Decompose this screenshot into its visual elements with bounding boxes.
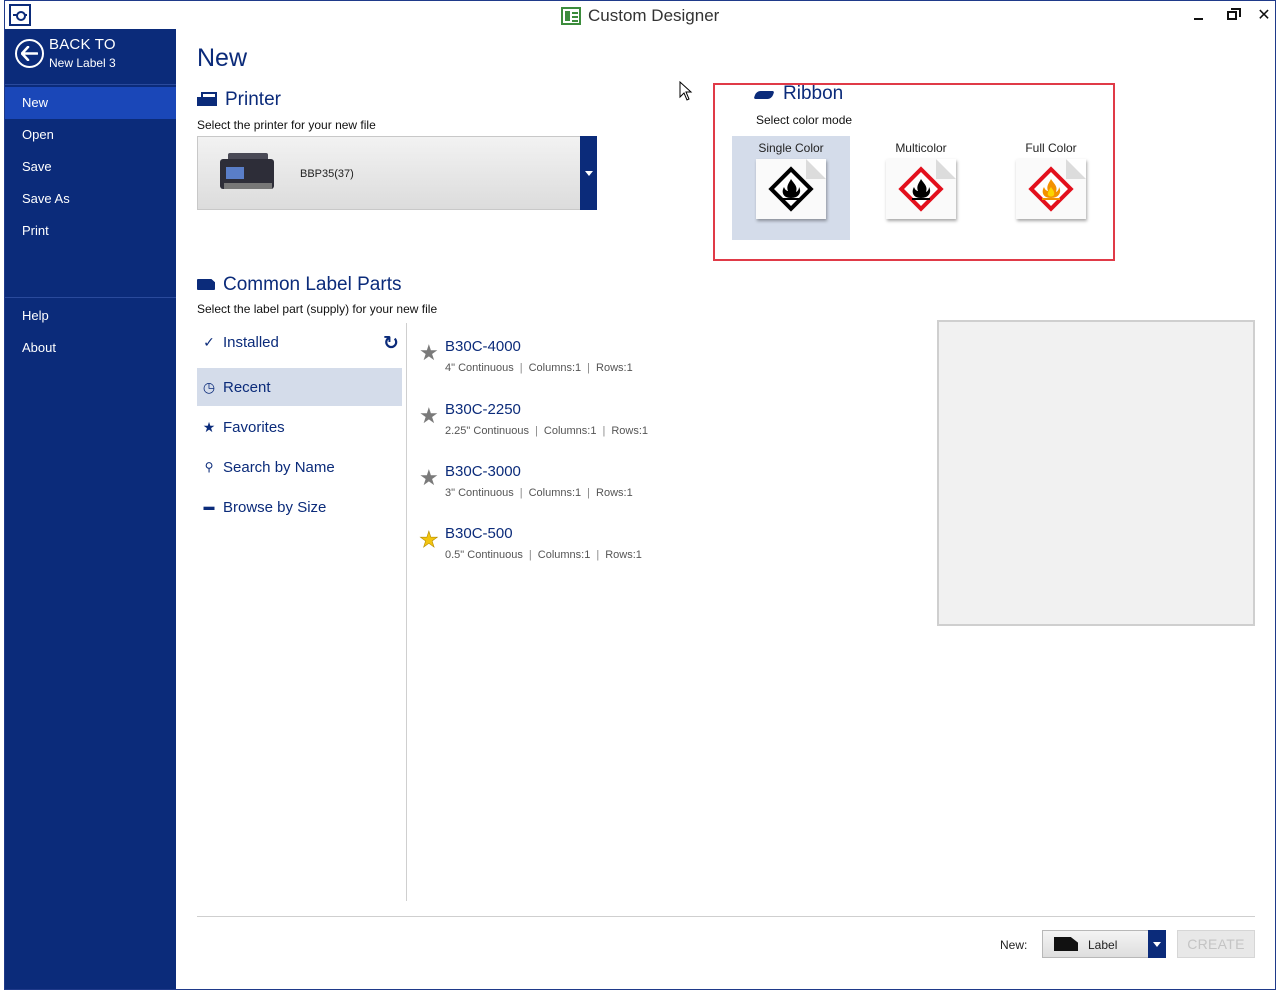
new-type-label: New: [1000, 938, 1028, 952]
star-favorite-icon[interactable]: ★ [419, 528, 439, 551]
checkmark-icon: ✓ [203, 333, 215, 350]
star-icon: ★ [202, 418, 216, 435]
app-window: Custom Designer ✕ BACK TO New Label 3 Ne… [4, 0, 1276, 990]
restore-icon [1227, 7, 1241, 20]
label-icon [197, 279, 215, 291]
sidebar-item-about[interactable]: About [5, 332, 176, 364]
restore-button[interactable] [1217, 5, 1247, 25]
sidebar-item-help[interactable]: Help [5, 300, 176, 332]
printer-selected-name: BBP35(37) [300, 168, 354, 180]
filter-label: Browse by Size [223, 498, 327, 516]
printer-heading-text: Printer [225, 89, 281, 110]
color-mode-label: Full Color [1025, 141, 1077, 155]
mouse-pointer-icon [679, 81, 693, 101]
color-mode-single[interactable]: Single Color [732, 136, 850, 240]
footer-divider [197, 916, 1255, 917]
label-parts-heading: Common Label Parts [197, 274, 401, 296]
part-meta: 3" Continuous | Columns:1 | Rows:1 [445, 487, 633, 499]
list-item[interactable]: ★ B30C-3000 3" Continuous | Columns:1 | Rows… [417, 463, 717, 515]
sidebar-item-save[interactable]: Save [5, 151, 176, 183]
app-logo-icon[interactable] [9, 4, 31, 26]
ribbon-icon [755, 88, 775, 100]
star-icon[interactable]: ★ [419, 405, 439, 427]
search-icon: ⚲ [204, 460, 214, 474]
printer-icon [197, 92, 217, 108]
filter-installed[interactable]: ✓ Installed [197, 323, 402, 361]
minimize-button[interactable] [1183, 5, 1213, 25]
label-parts-subtitle: Select the label part (supply) for your … [197, 302, 438, 316]
sidebar-divider [5, 84, 176, 85]
sidebar-item-open[interactable]: Open [5, 119, 176, 151]
sidebar-item-print[interactable]: Print [5, 215, 176, 247]
flame-hazard-icon [886, 159, 956, 219]
designer-app-icon [561, 7, 581, 25]
sidebar-item-save-as[interactable]: Save As [5, 183, 176, 215]
label-parts-heading-text: Common Label Parts [223, 274, 402, 295]
back-title: BACK TO [49, 36, 116, 53]
folder-icon: ▬ [203, 501, 215, 513]
window-title: Custom Designer [588, 6, 720, 25]
filter-label: Installed [223, 333, 279, 351]
ribbon-subtitle: Select color mode [756, 113, 853, 127]
part-meta: 0.5" Continuous | Columns:1 | Rows:1 [445, 549, 642, 561]
clock-icon: ◷ [202, 378, 216, 395]
color-mode-multi[interactable]: Multicolor [862, 136, 980, 240]
new-type-value: Label [1088, 938, 1118, 952]
sidebar: BACK TO New Label 3 New Open Save Save A… [5, 29, 176, 989]
back-subtitle: New Label 3 [49, 56, 116, 70]
label-icon [1054, 937, 1078, 951]
star-icon[interactable]: ★ [419, 342, 439, 364]
window-title-group: Custom Designer [561, 5, 719, 27]
part-meta: 2.25" Continuous | Columns:1 | Rows:1 [445, 425, 649, 437]
label-preview-panel [937, 320, 1255, 626]
filter-label: Search by Name [223, 458, 335, 476]
color-mode-label: Multicolor [895, 141, 947, 155]
flame-hazard-icon [756, 159, 826, 219]
sidebar-item-new[interactable]: New [5, 87, 176, 119]
list-divider [406, 323, 407, 901]
page-title: New [197, 44, 248, 72]
sidebar-divider [5, 297, 176, 298]
part-name: B30C-4000 [445, 338, 521, 355]
part-name: B30C-3000 [445, 463, 521, 480]
filter-search-by-name[interactable]: ⚲ Search by Name [197, 448, 402, 486]
part-name: B30C-2250 [445, 401, 521, 418]
printer-dropdown[interactable]: BBP35(37) [197, 136, 597, 210]
close-button[interactable]: ✕ [1249, 5, 1279, 25]
create-button[interactable]: CREATE [1177, 930, 1255, 958]
part-meta: 4" Continuous | Columns:1 | Rows:1 [445, 362, 633, 374]
new-type-dropdown[interactable]: Label [1042, 930, 1166, 958]
filter-browse-by-size[interactable]: ▬ Browse by Size [197, 488, 402, 526]
chevron-down-icon[interactable] [1148, 930, 1166, 958]
printer-device-icon [220, 153, 276, 193]
flame-hazard-icon [1016, 159, 1086, 219]
back-button[interactable]: BACK TO New Label 3 [5, 29, 176, 79]
minimize-icon [1193, 18, 1203, 20]
filter-label: Favorites [223, 418, 285, 436]
list-item[interactable]: ★ B30C-500 0.5" Continuous | Columns:1 | Row… [417, 525, 717, 577]
back-arrow-icon [15, 39, 44, 68]
ribbon-heading-text: Ribbon [783, 83, 844, 104]
list-item[interactable]: ★ B30C-2250 2.25" Continuous | Columns:1 | R… [417, 401, 717, 453]
title-bar: Custom Designer ✕ [5, 1, 1275, 29]
color-mode-full[interactable]: Full Color [992, 136, 1110, 240]
filter-favorites[interactable]: ★ Favorites [197, 408, 402, 446]
printer-subtitle: Select the printer for your new file [197, 118, 376, 132]
filter-recent[interactable]: ◷ Recent [197, 368, 402, 406]
filter-label: Recent [223, 378, 271, 396]
list-item[interactable]: ★ B30C-4000 4" Continuous | Columns:1 | Rows… [417, 338, 717, 390]
chevron-down-icon[interactable] [580, 136, 597, 210]
part-name: B30C-500 [445, 525, 513, 542]
star-icon[interactable]: ★ [419, 467, 439, 489]
ribbon-heading: Ribbon [755, 83, 843, 105]
refresh-icon[interactable]: ↻ [383, 334, 403, 354]
color-mode-label: Single Color [758, 141, 824, 155]
printer-heading: Printer [197, 89, 281, 111]
